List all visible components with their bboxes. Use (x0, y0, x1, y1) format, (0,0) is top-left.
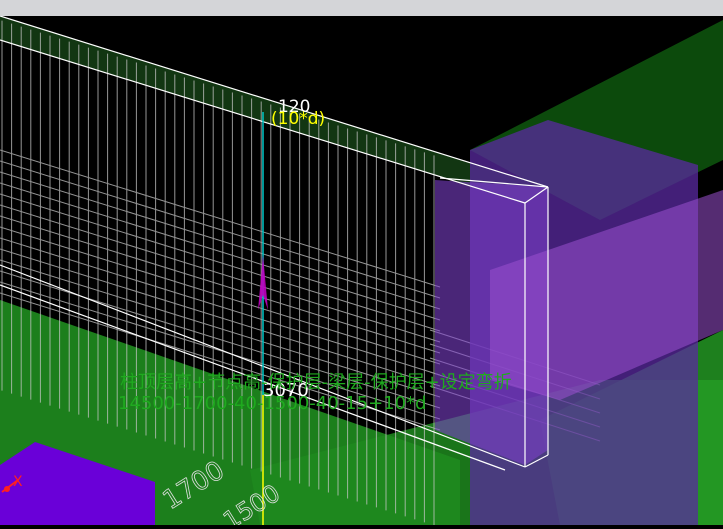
longitudinal-bar (0, 149, 441, 288)
toolbar-strip (0, 0, 723, 16)
dim-120-formula: (10*d) (271, 109, 325, 129)
scene-svg: 120 (10*d) 3070 柱顶层高+节点高-保护层-梁层-保护层+设定弯折… (0, 15, 723, 529)
longitudinal-bar (0, 182, 441, 321)
axis-x-label: X (13, 474, 23, 490)
longitudinal-bar (0, 204, 441, 343)
formula-line-2: 14500-1700-40-1500-40-15+10*d (118, 393, 426, 414)
axis-origin-icon (4, 486, 10, 492)
longitudinal-bar (0, 193, 441, 332)
longitudinal-bar (0, 171, 441, 310)
longitudinal-bar (0, 160, 441, 299)
3d-viewport[interactable]: 120 (10*d) 3070 柱顶层高+节点高-保护层-梁层-保护层+设定弯折… (0, 0, 723, 529)
formula-line-1: 柱顶层高+节点高-保护层-梁层-保护层+设定弯折 (120, 372, 512, 393)
